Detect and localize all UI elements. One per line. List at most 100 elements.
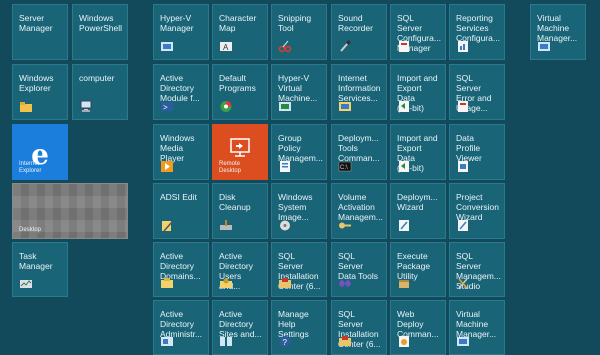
disk-cleanup-icon — [220, 220, 232, 230]
users-icon — [220, 278, 232, 288]
tile-virtual-machine-manager-bottom[interactable]: Virtual Machine Manager... — [449, 300, 505, 355]
tile-project-conversion-wizard[interactable]: Project Conversion Wizard — [449, 183, 505, 239]
hyperv-icon — [161, 42, 173, 51]
tile-label: Task Manager — [19, 251, 53, 271]
tile-sql-management-studio[interactable]: SQL Server Managem... Studio — [449, 242, 505, 297]
domains-icon — [161, 278, 173, 288]
tile-reporting-services-config[interactable]: Reporting Services Configura... — [449, 4, 505, 60]
tile-hyperv-manager[interactable]: Hyper-V Manager — [153, 4, 209, 60]
tile-execute-package-utility[interactable]: Execute Package Utility — [390, 242, 446, 297]
tile-label: Windows System Image... — [278, 192, 313, 222]
tile-default-programs[interactable]: Default Programs — [212, 64, 268, 120]
tile-web-deploy-cmd[interactable]: Web Deploy Comman... — [390, 300, 446, 355]
tile-label: Active Directory Module f... — [160, 73, 200, 103]
tile-windows-media-player[interactable]: Windows Media Player — [153, 124, 209, 180]
tile-deployment-tools-cmd[interactable]: Deploym... Tools Comman... C:\ — [331, 124, 387, 180]
tile-label: computer — [79, 73, 115, 83]
computer-icon — [80, 100, 92, 112]
tile-label: Character Map — [219, 13, 257, 33]
tile-label: Data Profile Viewer — [456, 133, 482, 163]
tile-label: Internet Explorer — [19, 161, 42, 174]
tile-desktop[interactable]: Desktop — [12, 183, 128, 239]
tile-windows-explorer[interactable]: Windows Explorer — [12, 64, 68, 120]
tile-label: Internet Information Services... — [338, 73, 381, 103]
tile-sql-data-tools[interactable]: SQL Server Data Tools — [331, 242, 387, 297]
tile-label: Windows Media Player — [160, 133, 195, 163]
tile-label: Project Conversion Wizard — [456, 192, 499, 222]
tile-label: ADSI Edit — [160, 192, 197, 202]
tile-ad-sites-services[interactable]: Active Directory Sites and... — [212, 300, 268, 355]
tile-sql-installation-center-2[interactable]: SQL Server Installation Center (6... — [331, 300, 387, 355]
tile-adsi-edit[interactable]: ADSI Edit — [153, 183, 209, 239]
svg-text:?: ? — [283, 338, 288, 347]
task-manager-icon — [20, 280, 32, 288]
tile-ad-users-computers[interactable]: Active Directory Users and... — [212, 242, 268, 297]
data-tools-icon — [339, 280, 351, 287]
tile-remote-desktop[interactable]: Remote Desktop — [212, 124, 268, 180]
microphone-icon — [340, 40, 351, 52]
adsi-edit-icon — [162, 221, 173, 232]
tile-ad-admin-center[interactable]: Active Directory Administr... — [153, 300, 209, 355]
tile-task-manager[interactable]: Task Manager — [12, 242, 68, 297]
tile-windows-powershell[interactable]: Windows PowerShell — [72, 4, 128, 60]
tile-label: Snipping Tool — [278, 13, 312, 33]
svg-text:>: > — [163, 103, 168, 112]
tile-sound-recorder[interactable]: Sound Recorder — [331, 4, 387, 60]
web-deploy-icon — [399, 336, 409, 347]
tile-deployment-wizard[interactable]: Deploym... Wizard — [390, 183, 446, 239]
installation-center-icon — [339, 336, 351, 346]
tile-import-export-64[interactable]: Import and Export Data (64-bit) — [390, 64, 446, 120]
tile-import-export-32[interactable]: Import and Export Data (32-bit) — [390, 124, 446, 180]
iis-icon — [339, 102, 351, 111]
tile-ad-domains[interactable]: Active Directory Domains... — [153, 242, 209, 297]
tile-manage-help-settings[interactable]: Manage Help Settings ? — [271, 300, 327, 355]
tile-virtual-machine-manager-top[interactable]: Virtual Machine Manager... — [530, 4, 586, 60]
admin-center-icon — [161, 337, 173, 346]
tile-label: Group Policy Managem... — [278, 133, 323, 163]
tile-label: Virtual Machine Manager... — [537, 13, 578, 43]
tile-label: Deploym... Wizard — [397, 192, 438, 212]
tile-iis-manager[interactable]: Internet Information Services... — [331, 64, 387, 120]
error-usage-icon — [458, 101, 468, 112]
tile-disk-cleanup[interactable]: Disk Cleanup — [212, 183, 268, 239]
tile-hyperv-vm-connection[interactable]: Hyper-V Virtual Machine... — [271, 64, 327, 120]
scissors-icon — [278, 40, 292, 53]
tile-computer[interactable]: computer — [72, 64, 128, 120]
system-image-icon — [280, 220, 290, 231]
vmm-icon — [538, 42, 550, 51]
tile-data-profile-viewer[interactable]: Data Profile Viewer — [449, 124, 505, 180]
remote-desktop-icon — [230, 138, 250, 157]
tile-sql-configuration-manager[interactable]: SQL Server Configura... Manager — [390, 4, 446, 60]
tile-label: Volume Activation Managem... — [338, 192, 383, 222]
reporting-services-icon — [458, 41, 468, 52]
tile-sql-installation-center-1[interactable]: SQL Server Installation Center (6... — [271, 242, 327, 297]
tile-label: Deploym... Tools Comman... — [338, 133, 380, 163]
folder-icon — [20, 102, 32, 112]
wizard-icon — [399, 220, 409, 231]
tile-volume-activation[interactable]: Volume Activation Managem... — [331, 183, 387, 239]
package-icon — [399, 280, 409, 288]
tile-ad-module-powershell[interactable]: Active Directory Module f... > — [153, 64, 209, 120]
import-export-icon — [399, 161, 409, 172]
tile-label: Remote Desktop — [219, 161, 242, 174]
tile-label: Default Programs — [219, 73, 256, 93]
svg-text:C:\: C:\ — [340, 165, 348, 171]
management-studio-icon — [458, 278, 468, 289]
tile-internet-explorer[interactable]: e Internet Explorer — [12, 124, 68, 180]
tile-windows-system-image[interactable]: Windows System Image... — [271, 183, 327, 239]
vmm-icon — [457, 337, 469, 346]
powershell-icon: > — [161, 102, 173, 112]
key-icon — [339, 222, 351, 229]
media-player-icon — [161, 161, 173, 172]
tile-sql-error-usage[interactable]: SQL Server Error and Usage... — [449, 64, 505, 120]
tile-label: Windows Explorer — [19, 73, 54, 93]
tile-label: Hyper-V Manager — [160, 13, 194, 33]
tile-snipping-tool[interactable]: Snipping Tool — [271, 4, 327, 60]
tile-character-map[interactable]: Character Map A — [212, 4, 268, 60]
profile-viewer-icon — [458, 161, 468, 172]
default-programs-icon — [220, 101, 232, 112]
tile-server-manager[interactable]: Server Manager — [12, 4, 68, 60]
import-export-icon — [399, 101, 409, 112]
tile-label: Windows PowerShell — [79, 13, 122, 33]
tile-group-policy-mgmt[interactable]: Group Policy Managem... — [271, 124, 327, 180]
